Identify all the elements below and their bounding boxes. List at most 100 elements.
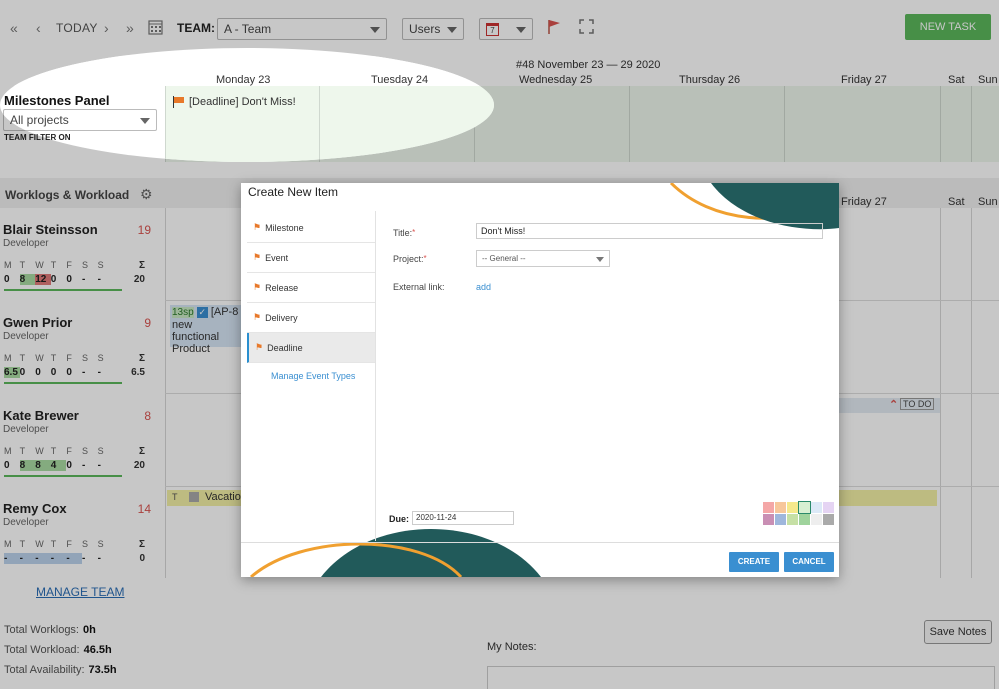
title-label: Title:* <box>393 228 415 238</box>
chevron-left-icon[interactable]: ‹ <box>36 20 41 36</box>
type-label: Milestone <box>265 222 304 233</box>
my-notes-label: My Notes: <box>487 641 537 653</box>
week-sum: 6.5 <box>131 367 145 378</box>
day-value: - <box>97 274 101 285</box>
worklog-values: 0 8 12 0 0- - <box>4 274 113 285</box>
manage-team-link[interactable]: MANAGE TEAM <box>36 585 124 599</box>
weekday: M <box>4 260 12 270</box>
issue-count[interactable]: 8 <box>144 409 151 423</box>
color-swatch[interactable] <box>811 502 822 513</box>
project-filter-value: All projects <box>10 113 69 127</box>
color-swatch[interactable] <box>763 514 774 525</box>
today-button[interactable]: TODAY <box>56 21 98 35</box>
project-select-value: -- General -- <box>482 254 526 263</box>
fullscreen-icon[interactable] <box>579 19 594 37</box>
double-chevron-right-icon[interactable]: » <box>126 20 134 36</box>
flag-icon[interactable] <box>547 19 562 38</box>
due-date-input[interactable]: 2020-11-24 <box>412 511 514 525</box>
type-milestone[interactable]: ⚑ Milestone <box>247 213 375 243</box>
total-worklogs: Total Worklogs: 0h <box>4 624 96 636</box>
workload-bar <box>4 475 122 477</box>
milestone-event-hl[interactable]: [Deadline] Don't Miss! <box>172 96 296 108</box>
chevron-down-icon <box>447 27 457 33</box>
day-header-wednesday: Wednesday 25 <box>519 74 593 86</box>
person-name[interactable]: Gwen Prior <box>3 315 72 330</box>
day-value: 0 <box>19 367 26 378</box>
project-select[interactable]: -- General -- <box>476 250 610 267</box>
person-name[interactable]: Remy Cox <box>3 501 67 516</box>
type-label: Event <box>265 252 289 263</box>
task-card[interactable]: 13sp ✓ [AP-8 new functional Product <box>170 305 242 355</box>
day-value: - <box>97 553 101 564</box>
total-worklogs-label: Total Worklogs: <box>4 624 79 636</box>
type-event[interactable]: ⚑ Event <box>247 243 375 273</box>
color-swatch[interactable] <box>799 514 810 525</box>
weekday: W <box>35 260 44 270</box>
manage-event-types-link[interactable]: Manage Event Types <box>271 371 355 381</box>
flag-icon: ⚑ <box>255 342 264 352</box>
weekday: S <box>97 539 104 549</box>
issue-count[interactable]: 19 <box>138 223 151 237</box>
person-name[interactable]: Blair Steinsson <box>3 222 98 237</box>
notes-textarea[interactable] <box>487 666 995 689</box>
color-swatch[interactable] <box>811 514 822 525</box>
weekday: T <box>19 260 26 270</box>
chevron-right-icon[interactable]: › <box>104 20 109 36</box>
gear-icon[interactable]: ⚙ <box>140 186 153 203</box>
color-swatch[interactable] <box>823 502 834 513</box>
sum-symbol: Σ <box>138 353 145 364</box>
color-swatch[interactable] <box>823 514 834 525</box>
team-select[interactable]: A - Team <box>217 18 387 40</box>
double-chevron-left-icon[interactable]: « <box>10 20 18 36</box>
day-header-saturday-2: Sat <box>948 196 965 208</box>
title-input[interactable]: Don't Miss! <box>476 223 823 239</box>
week-sum: 0 <box>139 553 145 564</box>
footer-divider <box>241 542 839 543</box>
color-swatch[interactable] <box>787 502 798 513</box>
weekday: S <box>97 260 104 270</box>
color-swatch[interactable] <box>763 502 774 513</box>
color-swatch[interactable] <box>787 514 798 525</box>
weekday: W <box>35 446 44 456</box>
color-swatch[interactable] <box>798 501 811 514</box>
new-task-button[interactable]: NEW TASK <box>905 14 991 40</box>
weekday: M <box>4 539 12 549</box>
day-value: - <box>81 460 86 471</box>
type-release[interactable]: ⚑ Release <box>247 273 375 303</box>
color-swatch[interactable] <box>775 502 786 513</box>
task-status-cell[interactable]: ⌃ TO DO <box>839 398 940 413</box>
color-swatch[interactable] <box>775 514 786 525</box>
day-value: 8 <box>35 460 51 471</box>
project-filter-select-hl[interactable]: All projects <box>3 109 157 131</box>
issue-count[interactable]: 9 <box>144 316 151 330</box>
type-deadline[interactable]: ⚑ Deadline <box>247 333 375 363</box>
team-label: TEAM: <box>177 21 215 35</box>
type-delivery[interactable]: ⚑ Delivery <box>247 303 375 333</box>
weekday: S <box>97 353 104 363</box>
team-filter-status-hl: TEAM FILTER ON <box>4 133 71 142</box>
cancel-button[interactable]: CANCEL <box>784 552 834 572</box>
calendar-grid-icon[interactable] <box>148 19 163 38</box>
person-role: Developer <box>3 424 49 435</box>
flag-icon <box>173 96 184 108</box>
person-row: Gwen Prior Developer 9 MTWTFSS Σ 6.5 0 0 0 0… <box>0 315 165 408</box>
grid-line <box>784 86 785 162</box>
title-label-text: Title: <box>393 228 413 238</box>
date-picker-select[interactable]: 7 <box>479 18 533 40</box>
day-header-sunday: Sun <box>978 74 998 86</box>
weekday: M <box>4 446 12 456</box>
type-label: Deadline <box>267 342 303 353</box>
day-value: 0 <box>66 274 72 285</box>
add-external-link[interactable]: add <box>476 282 491 292</box>
weekday: F <box>66 446 72 456</box>
calendar-day-icon: 7 <box>486 23 499 36</box>
save-notes-button[interactable]: Save Notes <box>924 620 992 644</box>
weekday: S <box>81 446 88 456</box>
grid-line <box>940 86 941 162</box>
person-name[interactable]: Kate Brewer <box>3 408 79 423</box>
week-label: #48 November 23 — 29 2020 <box>516 59 661 71</box>
issue-count[interactable]: 14 <box>138 502 151 516</box>
create-button[interactable]: CREATE <box>729 552 779 572</box>
users-select[interactable]: Users <box>402 18 464 40</box>
required-marker: * <box>412 228 416 237</box>
